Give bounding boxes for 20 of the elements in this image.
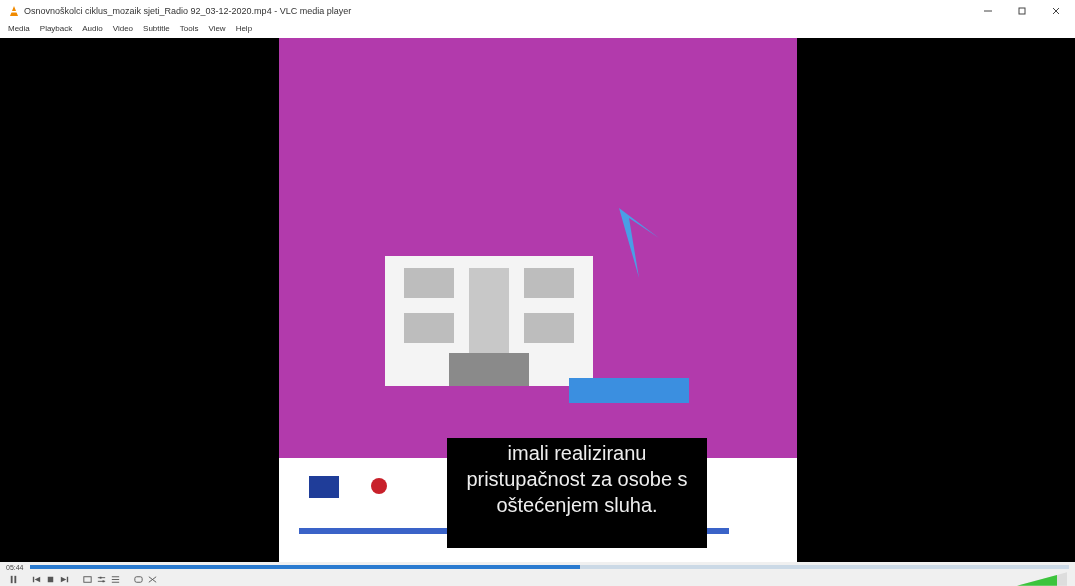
menu-item[interactable]: Video xyxy=(112,24,134,34)
traffic-cone-icon xyxy=(8,4,20,17)
menu-item[interactable]: Help xyxy=(235,24,253,34)
shuffle-icon[interactable] xyxy=(147,573,158,585)
menu-item[interactable]: Tools xyxy=(179,24,199,34)
volume-slider[interactable] xyxy=(1017,572,1067,586)
menu-item[interactable]: Subtitle xyxy=(143,24,170,34)
menu-item[interactable]: View xyxy=(208,24,226,34)
pause-icon[interactable] xyxy=(8,573,19,585)
loop-icon[interactable] xyxy=(133,573,144,585)
menu-item[interactable]: Audio xyxy=(82,24,103,34)
close-icon[interactable] xyxy=(1051,5,1061,16)
menu-item[interactable]: Playback xyxy=(39,24,73,34)
window-title: Osnovnoškolci ciklus_mozaik sjeti_Radio 92_03-12-2020.mp4 - VLC media player xyxy=(24,5,352,16)
maximize-icon[interactable] xyxy=(1017,5,1027,16)
menu-item[interactable]: Media xyxy=(8,24,30,34)
fullscreen-icon[interactable] xyxy=(82,573,93,585)
seek-bar[interactable] xyxy=(29,565,1069,569)
subtitle-text: imali realiziranu pristupačnost za osobe s oštećenjem sluha. xyxy=(447,437,707,548)
playlist-icon[interactable] xyxy=(110,573,121,585)
